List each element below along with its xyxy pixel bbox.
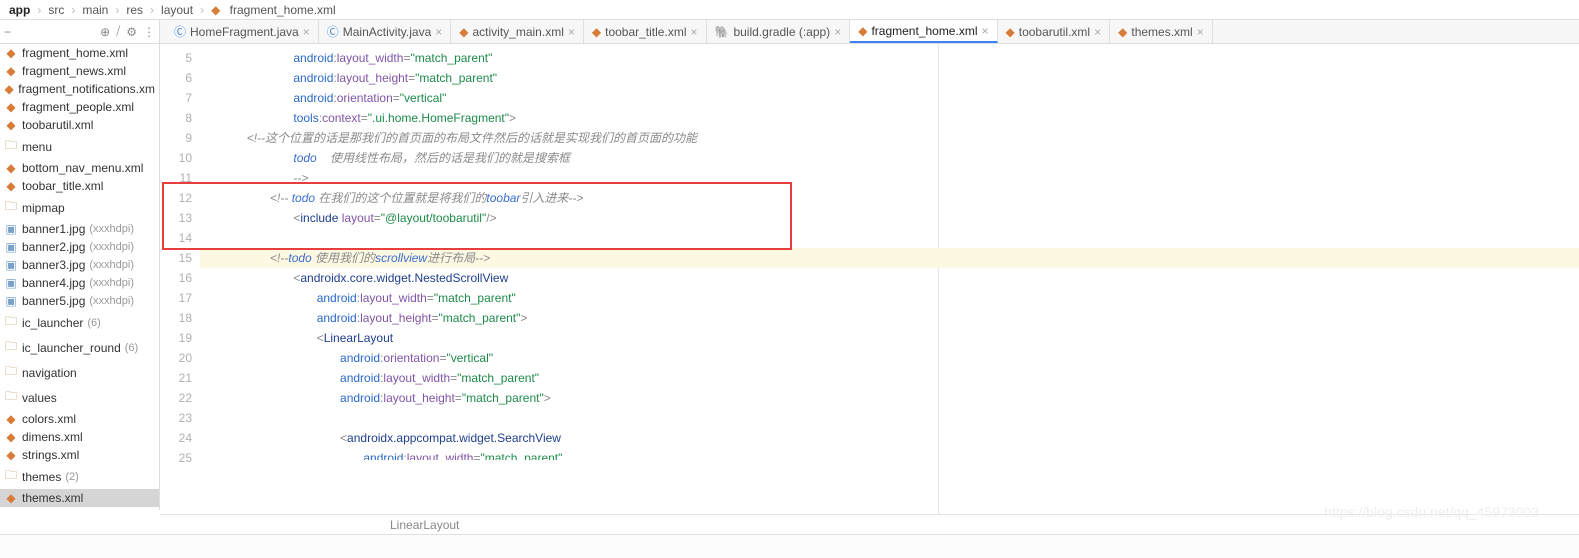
target-icon[interactable]: ⊕ <box>100 25 110 39</box>
editor-tab[interactable]: Ⓒ HomeFragment.java × <box>166 20 319 43</box>
project-tree[interactable]: ◆fragment_home.xml◆fragment_news.xml◆fra… <box>0 44 160 510</box>
breadcrumb: app › src › main › res › layout › ◆ frag… <box>0 0 1579 20</box>
close-icon[interactable]: × <box>1197 25 1204 39</box>
tree-item[interactable]: ◆strings.xml <box>0 446 159 464</box>
close-icon[interactable]: × <box>568 25 575 39</box>
status-bar <box>0 534 1579 558</box>
chevron-right-icon: › <box>37 3 41 17</box>
breadcrumb-item[interactable]: layout <box>158 2 196 18</box>
breadcrumb-item[interactable]: main <box>79 2 111 18</box>
project-toolbar: − ⊕ ⧸ ⚙ ⋮ <box>0 20 160 44</box>
breadcrumb-item[interactable]: src <box>45 2 67 18</box>
line-gutter: 5678910111213141516171819202122232425 <box>160 44 200 514</box>
editor-tab[interactable]: 🐘 build.gradle (:app) × <box>707 20 851 43</box>
tree-item[interactable]: ◆colors.xml <box>0 410 159 428</box>
tree-item[interactable]: ◆dimens.xml <box>0 428 159 446</box>
close-icon[interactable]: × <box>981 24 988 38</box>
close-icon[interactable]: × <box>834 25 841 39</box>
tree-item[interactable]: ▣banner5.jpg (xxxhdpi) <box>0 292 159 310</box>
tree-item[interactable]: ▣banner2.jpg (xxxhdpi) <box>0 238 159 256</box>
code-area[interactable]: 5678910111213141516171819202122232425 an… <box>160 44 1579 514</box>
code-content[interactable]: android:layout_width="match_parent" andr… <box>200 44 1579 514</box>
editor-tab[interactable]: ◆ fragment_home.xml × <box>850 20 997 43</box>
editor-tabs: Ⓒ HomeFragment.java ×Ⓒ MainActivity.java… <box>160 20 1579 44</box>
tree-item[interactable]: 🗀mipmap <box>0 195 159 220</box>
tree-item[interactable]: ◆fragment_people.xml <box>0 98 159 116</box>
tree-item[interactable]: ◆fragment_notifications.xm <box>0 80 159 98</box>
breadcrumb-item[interactable]: res <box>123 2 146 18</box>
tree-item[interactable]: ▣banner1.jpg (xxxhdpi) <box>0 220 159 238</box>
editor-tab[interactable]: ◆ toobarutil.xml × <box>998 20 1111 43</box>
tree-item[interactable]: ◆fragment_news.xml <box>0 62 159 80</box>
editor-tab[interactable]: ◆ activity_main.xml × <box>451 20 584 43</box>
chevron-right-icon: › <box>115 3 119 17</box>
close-icon[interactable]: × <box>1094 25 1101 39</box>
editor-tab[interactable]: ◆ toobar_title.xml × <box>584 20 707 43</box>
structure-breadcrumb[interactable]: LinearLayout <box>160 514 1579 534</box>
chevron-right-icon: › <box>71 3 75 17</box>
tree-item[interactable]: ◆toobar_title.xml <box>0 177 159 195</box>
tree-item[interactable]: ◆bottom_nav_menu.xml <box>0 159 159 177</box>
tree-item[interactable]: 🗀menu <box>0 134 159 159</box>
editor-tab[interactable]: Ⓒ MainActivity.java × <box>319 20 452 43</box>
close-icon[interactable]: × <box>303 25 310 39</box>
collapse-icon[interactable]: − <box>4 25 11 39</box>
tree-item[interactable]: ▣banner4.jpg (xxxhdpi) <box>0 274 159 292</box>
breadcrumb-item[interactable]: app <box>6 2 33 18</box>
gear-icon[interactable]: ⚙ <box>126 25 137 39</box>
close-icon[interactable]: × <box>435 25 442 39</box>
chevron-right-icon: › <box>200 3 204 17</box>
tree-item[interactable]: 🗀navigation <box>0 360 159 385</box>
tree-item[interactable]: 🗀themes (2) <box>0 464 159 489</box>
close-icon[interactable]: × <box>690 25 697 39</box>
editor: 5678910111213141516171819202122232425 an… <box>160 44 1579 534</box>
breadcrumb-item[interactable]: ◆ fragment_home.xml <box>208 2 339 18</box>
tree-item[interactable]: 🗀ic_launcher (6) <box>0 310 159 335</box>
tree-item[interactable]: 🗀ic_launcher_round (6) <box>0 335 159 360</box>
divide-icon[interactable]: ⧸ <box>116 24 120 39</box>
tree-item[interactable]: ◆toobarutil.xml <box>0 116 159 134</box>
editor-tab[interactable]: ◆ themes.xml × <box>1110 20 1213 43</box>
tree-item[interactable]: ◆themes.xml <box>0 489 159 507</box>
tree-item[interactable]: ◆fragment_home.xml <box>0 44 159 62</box>
chevron-right-icon: › <box>150 3 154 17</box>
tree-item[interactable]: 🗀values <box>0 385 159 410</box>
more-icon[interactable]: ⋮ <box>143 25 155 39</box>
tree-item[interactable]: ▣banner3.jpg (xxxhdpi) <box>0 256 159 274</box>
